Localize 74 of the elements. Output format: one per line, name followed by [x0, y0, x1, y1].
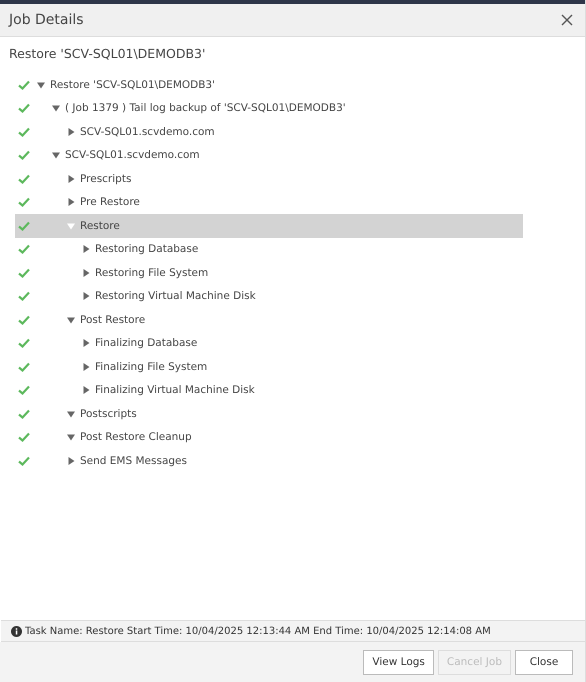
tree-row[interactable]: Post Restore Cleanup	[15, 426, 523, 449]
tree-row[interactable]: SCV-SQL01.scvdemo.com	[15, 120, 523, 144]
tree-row[interactable]: ( Job 1379 ) Tail log backup of 'SCV-SQL01\DEMODB3'	[15, 96, 523, 120]
task-info-text: Task Name: Restore Start Time: 10/04/2025 12:13:44 AM End Time: 10/04/2025 12:14:08 AM	[25, 626, 491, 636]
check-icon	[18, 291, 30, 302]
tree-row[interactable]: Pre Restore	[15, 190, 523, 214]
collapsed-caret-icon[interactable]	[67, 174, 75, 183]
tree-item-label: ( Job 1379 ) Tail log backup of 'SCV-SQL01\DEMODB3'	[65, 102, 346, 114]
close-icon[interactable]	[561, 14, 573, 26]
tree-row[interactable]: Prescripts	[15, 167, 523, 190]
check-icon	[18, 150, 30, 160]
tree-item-label: Prescripts	[80, 172, 132, 185]
tree-item-label: Restoring Virtual Machine Disk	[95, 290, 256, 302]
tree-item-label: Restore	[80, 220, 120, 232]
collapsed-caret-icon[interactable]	[82, 362, 90, 371]
tree-item-label: SCV-SQL01.scvdemo.com	[65, 149, 200, 162]
tree-row[interactable]: Post Restore	[15, 308, 523, 332]
info-icon	[11, 626, 22, 636]
collapsed-caret-icon[interactable]	[67, 128, 75, 136]
tree-item-label: Restoring Database	[95, 243, 198, 256]
collapsed-caret-icon[interactable]	[82, 292, 90, 300]
expanded-caret-icon[interactable]	[67, 316, 75, 324]
expanded-caret-icon[interactable]	[67, 410, 75, 418]
collapsed-caret-icon[interactable]	[67, 198, 75, 206]
expanded-caret-icon[interactable]	[52, 151, 60, 160]
check-icon	[18, 244, 30, 254]
expanded-caret-icon[interactable]	[37, 80, 45, 89]
tree-row[interactable]: Restore	[15, 214, 523, 238]
collapsed-caret-icon[interactable]	[82, 268, 90, 277]
tree-item-label: SCV-SQL01.scvdemo.com	[80, 126, 215, 138]
tree-item-label: Finalizing Database	[95, 337, 198, 350]
check-icon	[18, 103, 30, 114]
tree-row[interactable]: Postscripts	[15, 402, 523, 426]
expanded-caret-icon[interactable]	[52, 104, 60, 112]
check-icon	[18, 126, 30, 137]
tree-row[interactable]: Send EMS Messages	[15, 449, 523, 472]
dialog-button[interactable]: View Logs	[363, 650, 434, 674]
tree-row[interactable]: Restore 'SCV-SQL01\DEMODB3'	[15, 73, 523, 96]
tree-item-label: Finalizing File System	[95, 360, 208, 373]
check-icon	[18, 80, 30, 90]
tree-item-label: Finalizing Virtual Machine Disk	[95, 384, 255, 396]
dialog-button[interactable]: Close	[515, 650, 573, 674]
tree-item-label: Postscripts	[80, 408, 137, 420]
tree-row[interactable]: SCV-SQL01.scvdemo.com	[15, 144, 523, 167]
tree-row[interactable]: Restoring File System	[15, 261, 523, 284]
collapsed-caret-icon[interactable]	[67, 456, 75, 465]
tree-row[interactable]: Restoring Database	[15, 238, 523, 261]
expanded-caret-icon[interactable]	[67, 433, 75, 442]
tree-item-label: Pre Restore	[80, 196, 140, 208]
collapsed-caret-icon[interactable]	[82, 339, 90, 348]
check-icon	[18, 456, 30, 466]
tree-row[interactable]: Finalizing Virtual Machine Disk	[15, 378, 523, 402]
check-icon	[18, 220, 30, 231]
tree-item-label: Post Restore Cleanup	[80, 431, 192, 444]
check-icon	[18, 197, 30, 208]
collapsed-caret-icon[interactable]	[82, 386, 90, 394]
check-icon	[18, 362, 30, 372]
tree-item-label: Post Restore	[80, 314, 146, 326]
tree-item-label: Restore 'SCV-SQL01\DEMODB3'	[50, 78, 215, 91]
tree-row[interactable]: Restoring Virtual Machine Disk	[15, 284, 523, 308]
check-icon	[18, 314, 30, 325]
check-icon	[18, 338, 30, 348]
window-title: Job Details	[9, 12, 84, 28]
check-icon	[18, 268, 30, 278]
check-icon	[18, 408, 30, 419]
collapsed-caret-icon[interactable]	[82, 245, 90, 254]
tree-item-label: Send EMS Messages	[80, 454, 187, 467]
tree-row[interactable]: Finalizing Database	[15, 332, 523, 355]
check-icon	[18, 174, 30, 184]
tree-row[interactable]: Finalizing File System	[15, 355, 523, 378]
tree-item-label: Restoring File System	[95, 266, 208, 279]
job-title: Restore 'SCV-SQL01\DEMODB3'	[9, 46, 206, 61]
check-icon	[18, 432, 30, 442]
check-icon	[18, 385, 30, 396]
